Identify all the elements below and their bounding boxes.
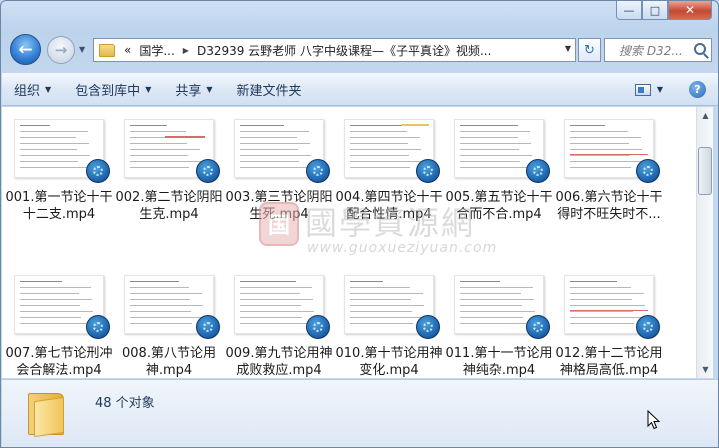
back-button[interactable]: ←	[10, 34, 41, 65]
search-icon[interactable]	[694, 43, 706, 55]
file-name: 010.第十节论用神变化.mp4	[335, 346, 443, 378]
address-dropdown-icon[interactable]: ▼	[565, 44, 571, 53]
include-in-library-menu[interactable]: 包含到库中 ▼	[63, 80, 163, 99]
media-player-icon	[306, 159, 330, 183]
view-dropdown-icon[interactable]: ▼	[657, 85, 663, 94]
file-name: 001.第一节论十干十二支.mp4	[5, 190, 113, 222]
chevron-down-icon: ▼	[206, 84, 213, 94]
search-box[interactable]: 搜索 D32...	[604, 38, 712, 62]
file-item[interactable]: 011.第十一节论用神纯杂.mp4	[444, 269, 554, 378]
include-library-label: 包含到库中	[75, 83, 141, 99]
help-icon[interactable]: ?	[689, 81, 706, 98]
vertical-scrollbar[interactable]: ▲ ▼	[696, 107, 713, 378]
file-item[interactable]: 012.第十二节论用神格局高低.mp4	[554, 269, 664, 378]
caption-buttons: — □ ✕	[616, 1, 712, 20]
file-item[interactable]: 003.第三节论阴阳生死.mp4	[224, 113, 334, 243]
file-name: 007.第七节论刑冲会合解法.mp4	[5, 346, 113, 378]
scrollbar-thumb[interactable]	[698, 147, 712, 195]
scroll-down-icon[interactable]: ▼	[697, 361, 714, 378]
file-item[interactable]: 008.第八节论用神.mp4	[114, 269, 224, 378]
file-name: 002.第二节论阴阳生克.mp4	[115, 190, 223, 222]
file-list-view[interactable]: 001.第一节论十干十二支.mp4 002.第二节论阴阳生克.mp4 003.第三节…	[2, 107, 696, 378]
media-player-icon	[416, 315, 440, 339]
file-name: 004.第四节论十干配合性情.mp4	[335, 190, 443, 222]
media-player-icon	[86, 159, 110, 183]
breadcrumb-separator-icon[interactable]: ▶	[179, 46, 193, 55]
media-player-icon	[526, 159, 550, 183]
media-player-icon	[306, 315, 330, 339]
organize-label: 组织	[14, 83, 41, 99]
file-name: 006.第六节论十干得时不旺失时不...	[555, 190, 663, 222]
recent-pages-dropdown-icon[interactable]: ▼	[79, 45, 85, 54]
file-name: 008.第八节论用神.mp4	[122, 346, 216, 378]
close-button[interactable]: ✕	[668, 1, 712, 20]
command-bar: 组织 ▼ 包含到库中 ▼ 共享 ▼ 新建文件夹 ▼ ?	[2, 73, 718, 106]
refresh-button[interactable]: ↻	[578, 38, 601, 62]
file-item[interactable]: 006.第六节论十干得时不旺失时不...	[554, 113, 664, 243]
item-count: 48 个对象	[95, 396, 155, 411]
organize-menu[interactable]: 组织 ▼	[2, 80, 63, 99]
change-view-icon[interactable]	[634, 83, 651, 96]
media-player-icon	[416, 159, 440, 183]
file-name: 005.第五节论十干合而不合.mp4	[445, 190, 553, 222]
address-chevron[interactable]: «	[120, 43, 135, 57]
file-item[interactable]: 001.第一节论十干十二支.mp4	[4, 113, 114, 243]
file-item[interactable]: 002.第二节论阴阳生克.mp4	[114, 113, 224, 243]
explorer-window: — □ ✕ ← → ▼ « 国学... ▶ D32939 云野老师 八字中级课程…	[0, 0, 719, 448]
minimize-button[interactable]: —	[616, 1, 642, 20]
chevron-down-icon: ▼	[45, 84, 52, 94]
maximize-button[interactable]: □	[642, 1, 668, 20]
file-item[interactable]: 007.第七节论刑冲会合解法.mp4	[4, 269, 114, 378]
media-player-icon	[196, 159, 220, 183]
new-folder-label: 新建文件夹	[236, 83, 302, 99]
breadcrumb-guoxue[interactable]: 国学...	[135, 42, 178, 59]
forward-button[interactable]: →	[47, 36, 75, 64]
file-item[interactable]: 009.第九节论用神成败救应.mp4	[224, 269, 334, 378]
media-player-icon	[86, 315, 110, 339]
navigation-bar: ← → ▼ « 国学... ▶ D32939 云野老师 八字中级课程—《子平真诠…	[1, 31, 718, 69]
media-player-icon	[636, 315, 660, 339]
address-bar[interactable]: « 国学... ▶ D32939 云野老师 八字中级课程—《子平真诠》视频...…	[93, 38, 576, 62]
media-player-icon	[526, 315, 550, 339]
details-pane: 48 个对象	[2, 379, 718, 447]
toolbar-right: ▼ ?	[634, 73, 718, 106]
share-menu[interactable]: 共享 ▼	[163, 80, 224, 99]
search-input[interactable]: 搜索 D32...	[619, 42, 683, 59]
scroll-up-icon[interactable]: ▲	[697, 107, 714, 124]
folder-icon	[28, 389, 76, 438]
file-item[interactable]: 005.第五节论十干合而不合.mp4	[444, 113, 554, 243]
file-name: 003.第三节论阴阳生死.mp4	[225, 190, 333, 222]
file-item[interactable]: 004.第四节论十干配合性情.mp4	[334, 113, 444, 243]
file-name: 009.第九节论用神成败救应.mp4	[225, 346, 333, 378]
breadcrumb-current-folder[interactable]: D32939 云野老师 八字中级课程—《子平真诠》视频...	[193, 42, 496, 59]
mouse-cursor-icon	[647, 410, 661, 430]
chevron-down-icon: ▼	[145, 84, 152, 94]
file-name: 011.第十一节论用神纯杂.mp4	[445, 346, 553, 378]
file-name: 012.第十二节论用神格局高低.mp4	[555, 346, 663, 378]
folder-icon	[99, 43, 115, 57]
new-folder-button[interactable]: 新建文件夹	[225, 80, 314, 99]
file-item[interactable]: 010.第十节论用神变化.mp4	[334, 269, 444, 378]
share-label: 共享	[175, 83, 202, 99]
media-player-icon	[636, 159, 660, 183]
media-player-icon	[196, 315, 220, 339]
